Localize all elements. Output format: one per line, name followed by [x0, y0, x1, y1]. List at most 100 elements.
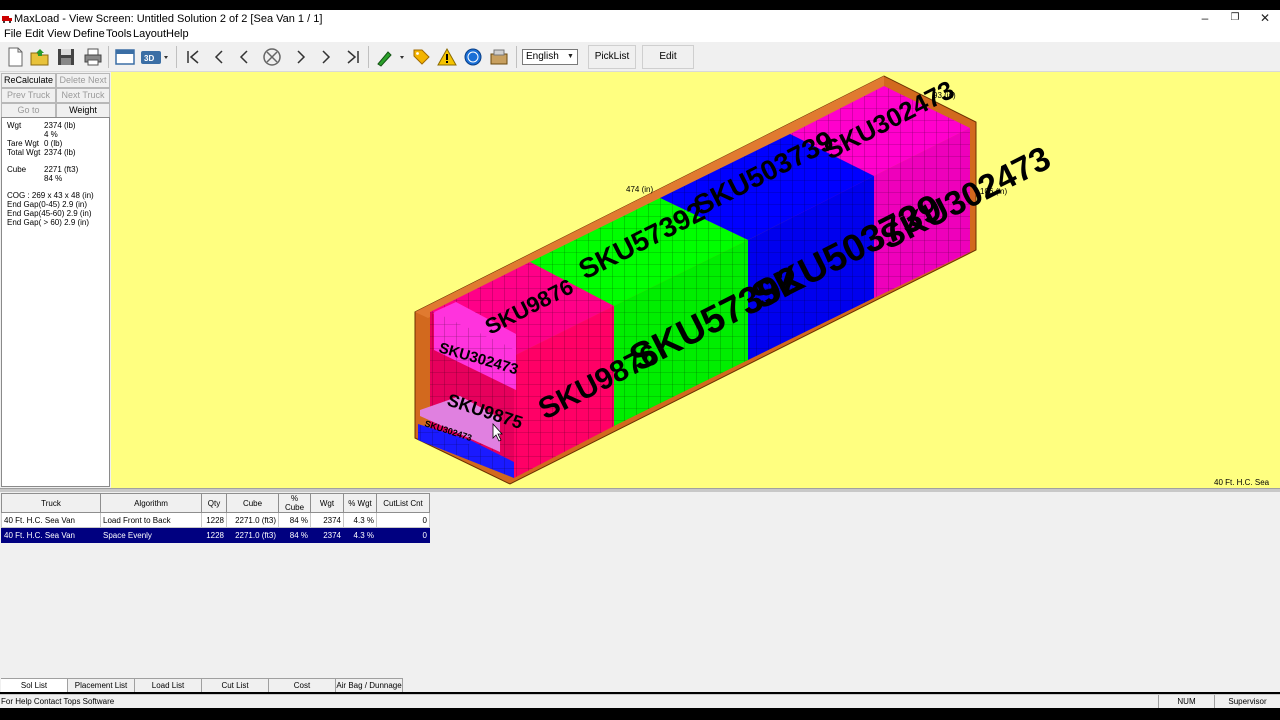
- close-button[interactable]: ✕: [1250, 10, 1280, 28]
- open-icon[interactable]: [29, 46, 51, 68]
- cell-cutlist-cnt: 0: [376, 527, 430, 543]
- wgt-percent: 4 %: [44, 130, 58, 139]
- edit-button[interactable]: Edit: [642, 45, 694, 69]
- tare-wgt-label: Tare Wgt: [7, 139, 40, 148]
- cube-percent: 84 %: [44, 174, 63, 183]
- toolbar-separator: [368, 46, 369, 68]
- tab-placement-list[interactable]: Placement List: [68, 678, 135, 692]
- column-header[interactable]: Qty: [201, 493, 227, 513]
- column-header[interactable]: Algorithm: [100, 493, 202, 513]
- dimension-width-label: 93 (in): [933, 91, 956, 100]
- status-user: Supervisor: [1214, 695, 1280, 708]
- status-bar: For Help Contact Tops Software NUM Super…: [0, 694, 1280, 708]
- next-icon[interactable]: [290, 46, 312, 68]
- tab-air-bag-dunnage[interactable]: Air Bag / Dunnage: [336, 678, 403, 692]
- menu-view[interactable]: View: [47, 28, 71, 40]
- cube-value: 2271 (ft3): [44, 165, 79, 174]
- total-wgt-label: Total Wgt: [7, 148, 41, 157]
- solution-table: Truck Algorithm Qty Cube % Cube Wgt % Wg…: [1, 493, 430, 543]
- tab-load-list[interactable]: Load List: [135, 678, 202, 692]
- svg-text:3D: 3D: [144, 54, 154, 63]
- menu-help[interactable]: Help: [166, 28, 189, 40]
- tools-icon[interactable]: [488, 46, 510, 68]
- dimension-height-label: 106 (in): [980, 187, 1008, 196]
- table-row[interactable]: 40 Ft. H.C. Sea Van Load Front to Back 1…: [1, 512, 430, 528]
- column-header[interactable]: % Wgt: [343, 493, 377, 513]
- cog-line: COG : 269 x 43 x 48 (in): [7, 191, 94, 200]
- view-2d-icon[interactable]: [114, 46, 136, 68]
- cell-cube: 2271.0 (ft3): [226, 512, 279, 528]
- column-header[interactable]: Wgt: [310, 493, 344, 513]
- cell-truck: 40 Ft. H.C. Sea Van: [1, 527, 101, 543]
- chevron-down-icon: ▼: [567, 53, 574, 60]
- toolbar-separator: [516, 46, 517, 68]
- cell-truck: 40 Ft. H.C. Sea Van: [1, 512, 101, 528]
- save-icon[interactable]: [55, 46, 77, 68]
- warning-icon[interactable]: [436, 46, 458, 68]
- cell-wgt: 2374: [310, 527, 344, 543]
- column-header[interactable]: Cube: [226, 493, 279, 513]
- end-gap-line: End Gap( > 60) 2.9 (in): [7, 218, 90, 227]
- tab-cost[interactable]: Cost: [269, 678, 336, 692]
- toolbar-separator: [108, 46, 109, 68]
- column-header[interactable]: Truck: [1, 493, 101, 513]
- cube-label: Cube: [7, 165, 27, 174]
- weight-button[interactable]: Weight: [56, 103, 110, 118]
- next-truck-button[interactable]: Next Truck: [56, 88, 110, 103]
- view-3d-icon[interactable]: 3D: [140, 46, 170, 68]
- prev-double-icon[interactable]: [208, 46, 230, 68]
- wgt-label: Wgt: [7, 121, 22, 130]
- end-gap-line: End Gap(45-60) 2.9 (in): [7, 209, 92, 218]
- container-3d-view[interactable]: SKU302473 SKU302473 SKU503739 SKU503739 …: [111, 72, 1280, 490]
- go-to-container-button[interactable]: Go to container: [1, 103, 56, 128]
- dimension-length-label: 474 (in): [626, 185, 654, 194]
- menu-edit[interactable]: Edit: [25, 28, 44, 40]
- wgt-value: 2374 (lb): [44, 121, 76, 130]
- last-icon[interactable]: [342, 46, 364, 68]
- status-num-lock: NUM: [1158, 695, 1214, 708]
- pen-icon[interactable]: [374, 46, 406, 68]
- column-header[interactable]: CutList Cnt: [376, 493, 430, 513]
- first-icon[interactable]: [182, 46, 204, 68]
- tare-wgt-value: 0 (lb): [44, 139, 63, 148]
- window-title: MaxLoad - View Screen: Untitled Solution…: [14, 13, 323, 25]
- new-icon[interactable]: [4, 46, 26, 68]
- tag-icon[interactable]: [410, 46, 432, 68]
- tab-sol-list[interactable]: Sol List: [1, 678, 68, 692]
- title-bar: MaxLoad - View Screen: Untitled Solution…: [0, 10, 1280, 28]
- toolbar-separator: [176, 46, 177, 68]
- menu-tools[interactable]: Tools: [106, 28, 132, 40]
- cell-qty: 1228: [201, 512, 227, 528]
- language-value: English: [526, 51, 559, 62]
- cell-wgt: 2374: [310, 512, 344, 528]
- menu-define[interactable]: Define: [73, 28, 105, 40]
- language-select[interactable]: English ▼: [522, 49, 578, 65]
- minimize-button[interactable]: –: [1190, 10, 1220, 28]
- cell-cutlist-cnt: 0: [376, 512, 430, 528]
- table-header-row: Truck Algorithm Qty Cube % Cube Wgt % Wg…: [1, 493, 430, 513]
- tab-cut-list[interactable]: Cut List: [202, 678, 269, 692]
- status-help-text: For Help Contact Tops Software: [1, 697, 115, 706]
- next-double-icon[interactable]: [315, 46, 337, 68]
- help-icon[interactable]: [462, 46, 484, 68]
- load-summary-box: Wgt 2374 (lb) 4 % Tare Wgt 0 (lb) Total …: [1, 117, 110, 487]
- menu-layout[interactable]: Layout: [133, 28, 166, 40]
- stop-icon[interactable]: [261, 46, 283, 68]
- prev-icon[interactable]: [233, 46, 255, 68]
- cell-algorithm: Space Evenly: [100, 527, 202, 543]
- total-wgt-value: 2374 (lb): [44, 148, 76, 157]
- prev-truck-button[interactable]: Prev Truck: [1, 88, 56, 103]
- table-row-selected[interactable]: 40 Ft. H.C. Sea Van Space Evenly 1228 22…: [1, 527, 430, 543]
- menu-file[interactable]: File: [4, 28, 22, 40]
- bottom-tabs: Sol List Placement List Load List Cut Li…: [0, 678, 1280, 692]
- cell-cube: 2271.0 (ft3): [226, 527, 279, 543]
- restore-button[interactable]: ❐: [1220, 10, 1250, 28]
- delete-next-button[interactable]: Delete Next: [56, 73, 110, 88]
- picklist-button[interactable]: PickList: [588, 45, 636, 69]
- cell-algorithm: Load Front to Back: [100, 512, 202, 528]
- print-icon[interactable]: [82, 46, 104, 68]
- cell-qty: 1228: [201, 527, 227, 543]
- column-header[interactable]: % Cube: [278, 493, 311, 513]
- recalculate-button[interactable]: ReCalculate: [1, 73, 56, 88]
- left-panel: ReCalculate Delete Next Prev Truck Next …: [0, 72, 111, 490]
